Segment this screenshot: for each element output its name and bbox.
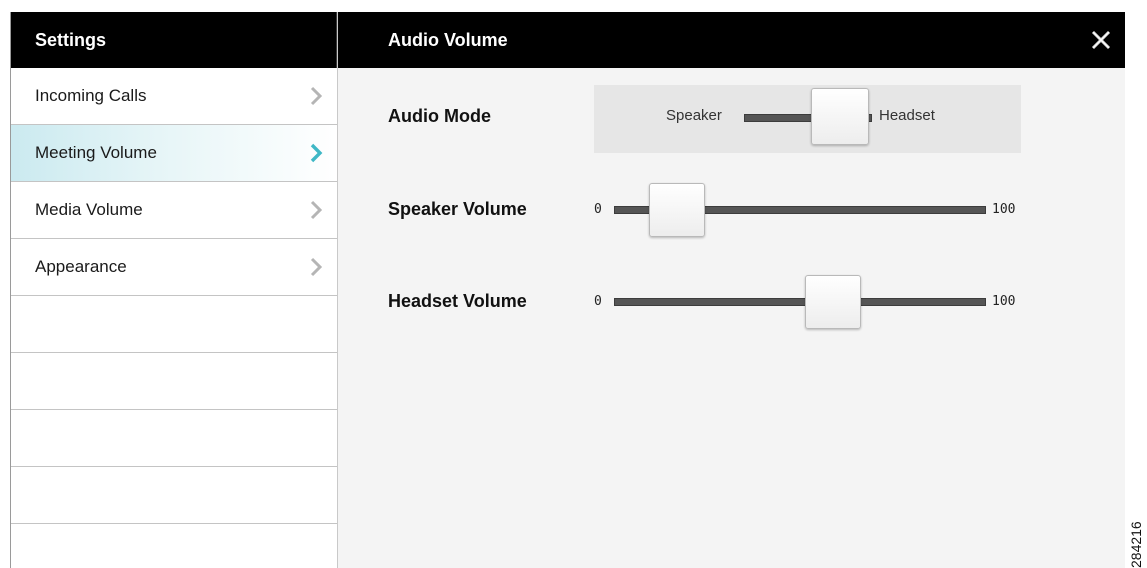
slider-min-label: 0 — [594, 202, 602, 217]
sidebar-empty-row — [11, 410, 337, 467]
settings-window: Settings Incoming Calls Meeting Volume M… — [10, 12, 1125, 568]
sidebar-empty-row — [11, 467, 337, 524]
speaker-volume-slider[interactable]: 0 100 — [594, 180, 1024, 240]
panel-header: Audio Volume — [338, 12, 1125, 68]
headset-volume-slider[interactable]: 0 100 — [594, 272, 1024, 332]
sidebar-item-meeting-volume[interactable]: Meeting Volume — [11, 125, 337, 182]
settings-sidebar: Settings Incoming Calls Meeting Volume M… — [11, 12, 338, 568]
close-icon[interactable] — [1089, 28, 1113, 52]
sidebar-item-label: Appearance — [35, 257, 127, 276]
chevron-right-icon — [310, 143, 323, 163]
sidebar-item-label: Meeting Volume — [35, 143, 157, 162]
figure-id: 284216 — [1128, 521, 1144, 568]
sidebar-item-media-volume[interactable]: Media Volume — [11, 182, 337, 239]
chevron-right-icon — [310, 257, 323, 277]
sidebar-empty-row — [11, 353, 337, 410]
sidebar-item-appearance[interactable]: Appearance — [11, 239, 337, 296]
slider-min-label: 0 — [594, 294, 602, 309]
sidebar-item-incoming-calls[interactable]: Incoming Calls — [11, 68, 337, 125]
headset-volume-label: Headset Volume — [388, 291, 527, 311]
audio-mode-label: Audio Mode — [388, 106, 491, 126]
speaker-volume-label: Speaker Volume — [388, 199, 527, 219]
audio-mode-switch-knob[interactable] — [811, 88, 869, 145]
panel-title: Audio Volume — [388, 30, 508, 50]
headset-volume-knob[interactable] — [805, 275, 862, 329]
sidebar-title: Settings — [11, 12, 337, 68]
chevron-right-icon — [310, 200, 323, 220]
sidebar-empty-row — [11, 296, 337, 353]
slider-track — [614, 298, 986, 306]
slider-max-label: 100 — [992, 202, 1016, 217]
speaker-volume-knob[interactable] — [649, 183, 706, 237]
chevron-right-icon — [310, 86, 323, 106]
headset-option-label: Headset — [879, 107, 935, 124]
speaker-option-label: Speaker — [666, 107, 722, 124]
audio-mode-toggle[interactable]: Speaker Headset — [594, 85, 1021, 153]
sidebar-item-label: Incoming Calls — [35, 86, 147, 105]
audio-volume-panel: Audio Volume Audio Mode Speaker Headset … — [338, 12, 1125, 568]
slider-max-label: 100 — [992, 294, 1016, 309]
sidebar-item-label: Media Volume — [35, 200, 143, 219]
